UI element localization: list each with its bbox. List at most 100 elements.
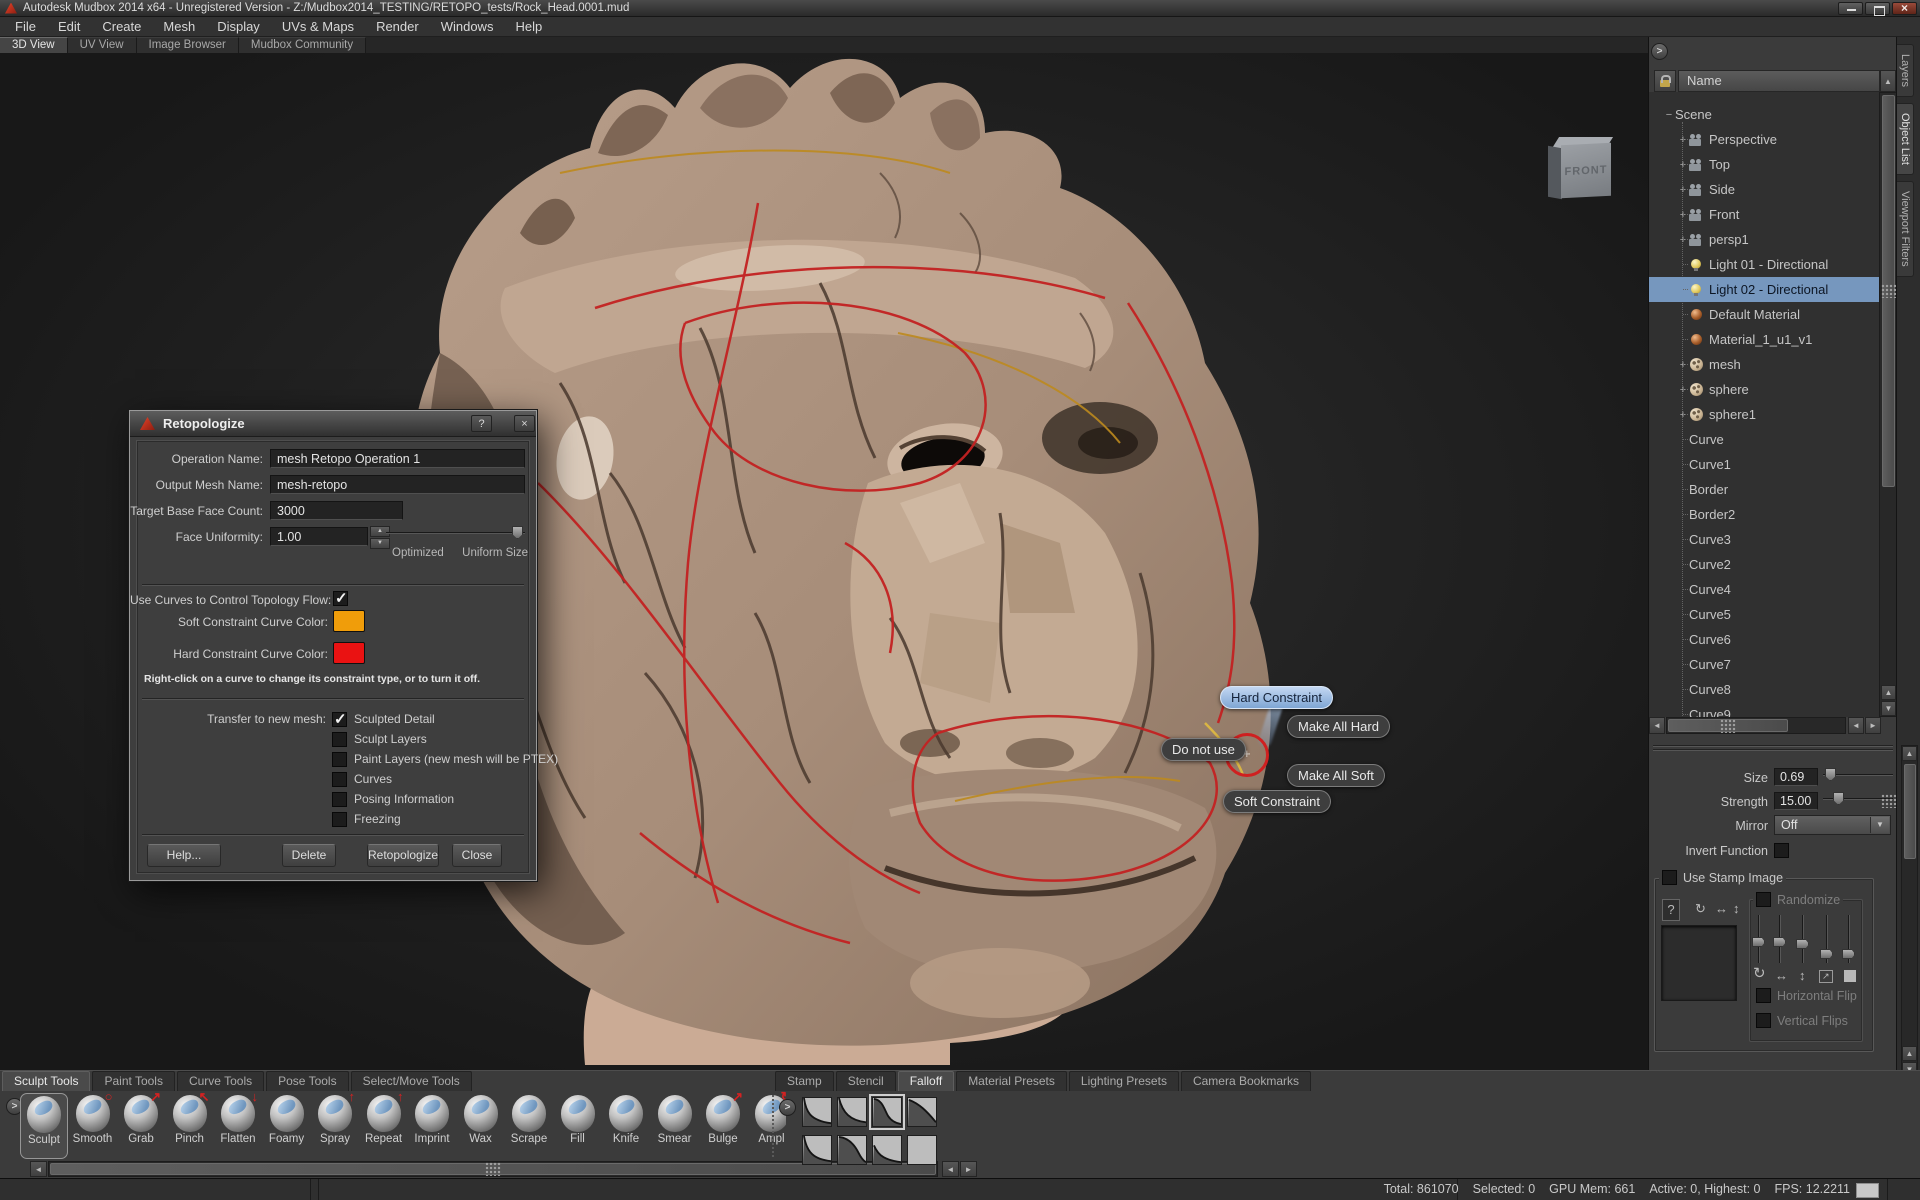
scroll-left-icon[interactable]: ◄ <box>1649 717 1665 734</box>
target-face-count-input[interactable] <box>270 501 403 520</box>
tree-row[interactable]: + Top <box>1649 152 1879 177</box>
randomize-slider-3[interactable] <box>1796 915 1810 963</box>
delete-button[interactable]: Delete <box>282 844 336 867</box>
transfer-option-checkbox[interactable] <box>332 752 347 767</box>
tool-tray-tab[interactable]: Sculpt Tools <box>2 1071 90 1091</box>
tree-vscrollbar[interactable]: ▲ ▼ <box>1879 92 1897 717</box>
tool-button[interactable]: Imprint <box>408 1093 456 1159</box>
vertical-flip-checkbox[interactable] <box>1756 1013 1771 1028</box>
view-tab[interactable]: 3D View <box>0 37 68 53</box>
marking-menu-make-all-hard[interactable]: Make All Hard <box>1287 715 1390 738</box>
tree-row[interactable]: Curve5 <box>1649 602 1879 627</box>
lock-button[interactable] <box>1654 70 1676 92</box>
scroll-right-icon[interactable]: ► <box>960 1161 977 1177</box>
size-slider[interactable] <box>1823 768 1893 782</box>
menu-item[interactable]: UVs & Maps <box>271 17 365 36</box>
face-uniformity-slider[interactable] <box>386 526 525 540</box>
falloff-preset[interactable] <box>837 1097 867 1127</box>
scroll-left-icon[interactable]: ◄ <box>942 1161 959 1177</box>
invert-function-checkbox[interactable] <box>1774 843 1789 858</box>
scroll-right-icon[interactable]: ► <box>1865 717 1881 734</box>
tree-expander[interactable]: + <box>1677 359 1689 371</box>
tree-row[interactable]: Border2 <box>1649 502 1879 527</box>
tree-hscrollbar[interactable] <box>1666 717 1846 734</box>
retopologize-button[interactable]: Retopologize <box>367 844 439 867</box>
tree-row[interactable]: Curve <box>1649 427 1879 452</box>
chevron-down-icon[interactable]: ▼ <box>1870 817 1889 833</box>
scroll-up-icon[interactable]: ▲ <box>1902 746 1917 761</box>
tree-row[interactable]: Curve6 <box>1649 627 1879 652</box>
rotate-icon[interactable]: ↻ <box>1753 967 1766 981</box>
falloff-preset[interactable] <box>907 1097 937 1127</box>
randomize-slider-5[interactable] <box>1842 915 1856 963</box>
preset-tray-tab[interactable]: Falloff <box>898 1071 954 1091</box>
name-column-header[interactable]: Name <box>1678 70 1880 92</box>
randomize-slider-2[interactable] <box>1773 915 1787 963</box>
tree-row[interactable]: + persp1 <box>1649 227 1879 252</box>
tree-row[interactable]: Curve3 <box>1649 527 1879 552</box>
marking-menu-hard-constraint[interactable]: Hard Constraint <box>1220 686 1333 709</box>
tree-row[interactable]: Curve8 <box>1649 677 1879 702</box>
size-slider-handle[interactable] <box>1825 768 1836 781</box>
marking-menu-do-not-use[interactable]: Do not use <box>1161 738 1246 761</box>
tool-button[interactable]: ↖ Pinch <box>166 1093 214 1159</box>
tree-row[interactable]: + mesh <box>1649 352 1879 377</box>
collapse-presets-button[interactable]: > <box>779 1099 796 1116</box>
dialog-help-icon[interactable]: ? <box>471 415 492 432</box>
view-tab[interactable]: Mudbox Community <box>239 37 366 53</box>
scroll-up-icon[interactable]: ▲ <box>1902 1046 1917 1061</box>
tool-button[interactable]: ↑ Spray <box>311 1093 359 1159</box>
panel-tab[interactable]: Viewport Filters <box>1897 181 1914 277</box>
tree-row[interactable]: Light 02 - Directional <box>1649 277 1879 302</box>
solid-square-icon[interactable] <box>1844 970 1856 982</box>
view-tab[interactable]: Image Browser <box>137 37 239 53</box>
stamp-preview[interactable] <box>1661 925 1737 1001</box>
menu-item[interactable]: Help <box>504 17 553 36</box>
scale-randomize-icon[interactable]: ↗ <box>1819 970 1833 983</box>
view-cube-left-face[interactable] <box>1548 146 1562 199</box>
preset-tray-tab[interactable]: Stamp <box>775 1071 834 1091</box>
tree-expander[interactable]: − <box>1663 109 1675 121</box>
tree-row[interactable]: Light 01 - Directional <box>1649 252 1879 277</box>
tool-button[interactable]: Foamy <box>263 1093 311 1159</box>
menu-item[interactable]: Windows <box>430 17 505 36</box>
tree-row[interactable]: − Scene <box>1649 102 1879 127</box>
tree-row[interactable]: + sphere <box>1649 377 1879 402</box>
tool-tray-tab[interactable]: Curve Tools <box>177 1071 264 1091</box>
properties-scroll-thumb[interactable] <box>1904 764 1916 859</box>
soft-constraint-color-swatch[interactable] <box>333 610 365 632</box>
menu-item[interactable]: Mesh <box>152 17 206 36</box>
tree-expander[interactable]: + <box>1677 409 1689 421</box>
properties-scrollbar[interactable]: ▲ ▲ ▼ <box>1901 745 1918 1079</box>
tree-row[interactable]: + sphere1 <box>1649 402 1879 427</box>
collapse-panel-button[interactable]: > <box>1651 43 1668 60</box>
tool-tray-tab[interactable]: Paint Tools <box>92 1071 174 1091</box>
retopologize-dialog[interactable]: Retopologize ? × Operation Name: Output … <box>129 410 537 881</box>
title-bar[interactable]: Autodesk Mudbox 2014 x64 - Unregistered … <box>0 0 1920 17</box>
falloff-preset[interactable] <box>802 1097 832 1127</box>
tool-button[interactable]: ↑ Repeat <box>360 1093 408 1159</box>
falloff-preset[interactable] <box>802 1135 832 1165</box>
width-randomize-icon[interactable]: ↔ <box>1775 969 1788 983</box>
panel-tab[interactable]: Object List <box>1897 103 1914 175</box>
randomize-slider-4[interactable] <box>1820 915 1834 963</box>
height-randomize-icon[interactable]: ↕ <box>1799 969 1806 983</box>
tree-row[interactable]: Curve7 <box>1649 652 1879 677</box>
tree-row[interactable]: + Front <box>1649 202 1879 227</box>
dialog-close-icon[interactable]: × <box>514 415 535 432</box>
tray-splitter[interactable] <box>772 1095 774 1157</box>
scroll-up-icon[interactable]: ▲ <box>1881 685 1896 700</box>
preset-tray-tab[interactable]: Material Presets <box>956 1071 1067 1091</box>
randomize-checkbox[interactable] <box>1756 892 1771 907</box>
tree-row[interactable]: Material_1_u1_v1 <box>1649 327 1879 352</box>
tree-hscroll-thumb[interactable] <box>1668 719 1788 732</box>
face-uniformity-slider-handle[interactable] <box>512 526 523 539</box>
strength-field[interactable]: 15.00 <box>1774 792 1818 810</box>
tree-row[interactable]: Curve9 <box>1649 702 1879 717</box>
preset-tray-tab[interactable]: Camera Bookmarks <box>1181 1071 1311 1091</box>
menu-item[interactable]: File <box>4 17 47 36</box>
tool-button[interactable]: Sculpt <box>20 1093 68 1159</box>
tree-row[interactable]: Curve2 <box>1649 552 1879 577</box>
close-button[interactable]: Close <box>452 844 502 867</box>
menu-item[interactable]: Display <box>206 17 271 36</box>
